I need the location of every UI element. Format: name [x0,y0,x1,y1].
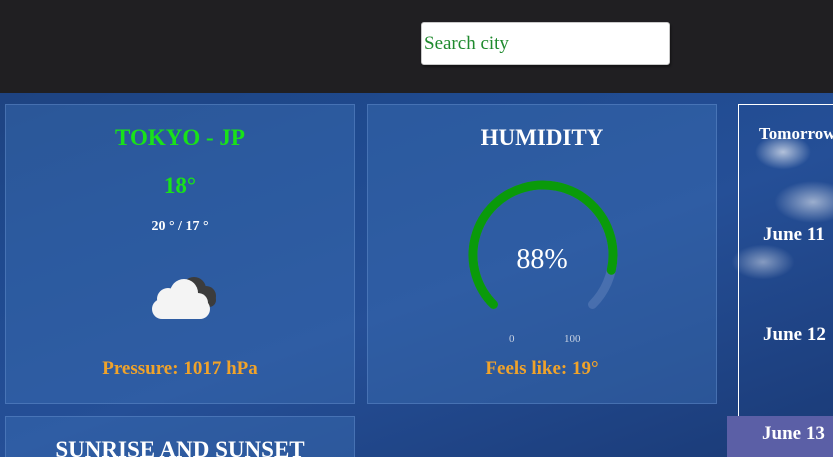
cloudy-icon [152,277,216,319]
gauge-min-label: 0 [509,333,515,345]
min-max-temperature: 20 ° / 17 ° [151,219,209,234]
pressure-text: Pressure: 1017 hPa [102,358,258,379]
feels-like-text: Feels like: 19° [485,358,599,379]
forecast-item-june-12[interactable]: June 12 [739,324,833,346]
current-temperature: 18° [163,173,197,198]
humidity-value: 88% [516,244,568,275]
forecast-item-june-11[interactable]: June 11 [739,224,833,246]
forecast-item-tomorrow[interactable]: Tomorrow [739,124,833,144]
humidity-card: HUMIDITY 88% 0 100 Feels like: 19° [367,104,717,404]
sunrise-sunset-card: SUNRISE AND SUNSET [5,416,355,457]
city-name: TOKYO - JP [115,125,245,150]
current-weather-card: TOKYO - JP 18° 20 ° / 17 ° Pressure: 101… [5,104,355,404]
gauge-max-label: 100 [564,333,581,345]
forecast-list: Tomorrow June 11 June 12 [738,104,833,457]
header-bar [0,0,833,93]
forecast-item-june-13[interactable]: June 13 [727,416,833,457]
forecast-item-label: June 13 [762,423,825,444]
search-input[interactable] [421,22,670,65]
humidity-title: HUMIDITY [480,125,604,150]
sunrise-sunset-title: SUNRISE AND SUNSET [55,437,305,457]
